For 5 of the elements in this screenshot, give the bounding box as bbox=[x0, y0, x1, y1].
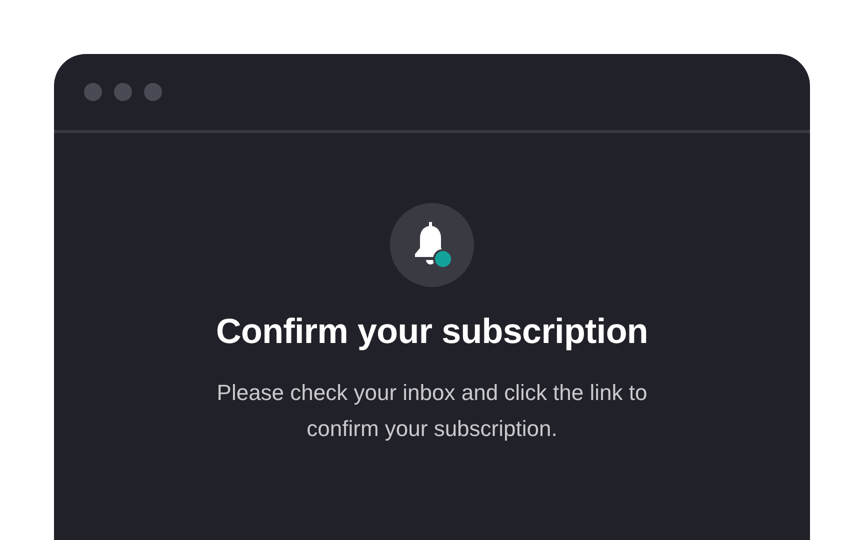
window-dot bbox=[84, 83, 102, 101]
dialog-message: Please check your inbox and click the link to confirm your subscription. bbox=[216, 379, 648, 443]
window-dot bbox=[114, 83, 132, 101]
window-dot bbox=[144, 83, 162, 101]
dialog-title: Confirm your subscription bbox=[216, 311, 648, 353]
